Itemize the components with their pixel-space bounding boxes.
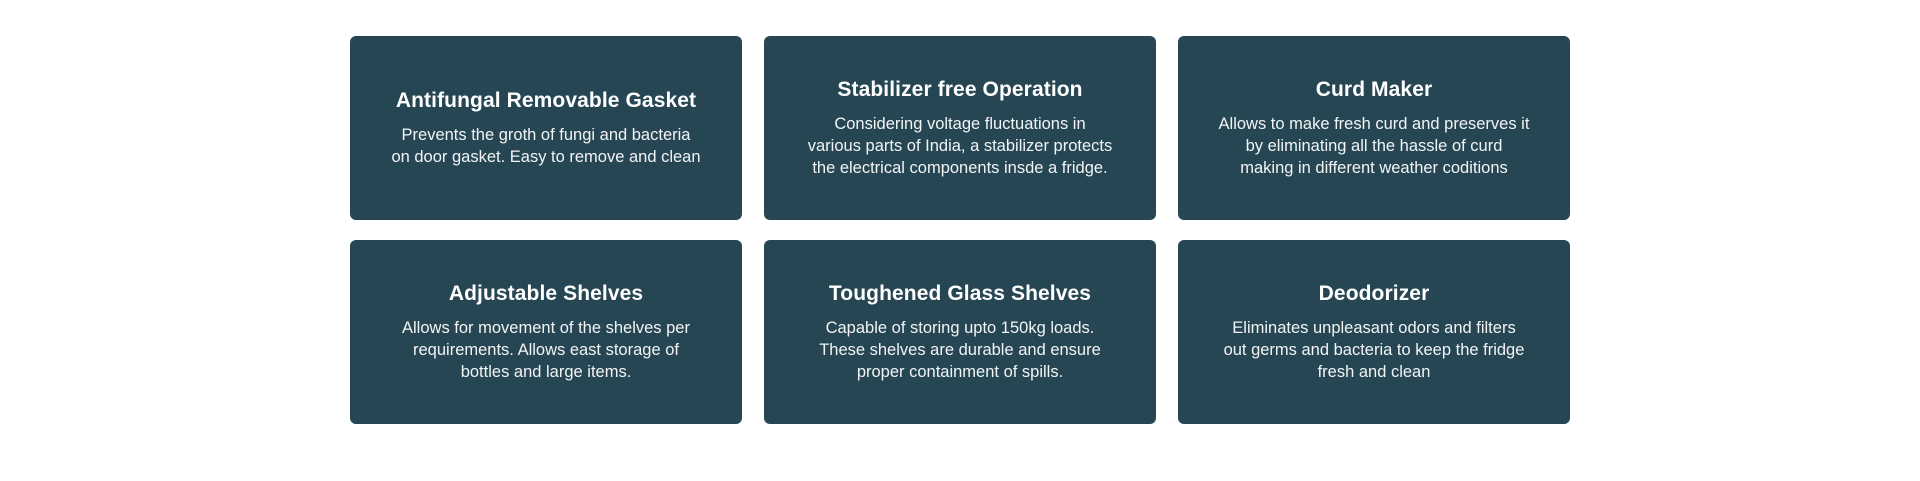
feature-card-toughened-glass: Toughened Glass Shelves Capable of stori… xyxy=(764,240,1156,424)
feature-title: Antifungal Removable Gasket xyxy=(395,89,697,112)
feature-title: Deodorizer xyxy=(1318,282,1430,305)
feature-title: Adjustable Shelves xyxy=(448,282,644,305)
feature-card-stabilizer-free: Stabilizer free Operation Considering vo… xyxy=(764,36,1156,220)
feature-title: Curd Maker xyxy=(1315,78,1433,101)
feature-card-antifungal-gasket: Antifungal Removable Gasket Prevents the… xyxy=(350,36,742,220)
feature-description: Considering voltage fluctuations in vari… xyxy=(807,115,1113,177)
feature-description: Eliminates unpleasant odors and filters … xyxy=(1223,319,1525,381)
feature-title: Toughened Glass Shelves xyxy=(828,282,1092,305)
feature-description: Prevents the groth of fungi and bacteria… xyxy=(391,126,701,166)
feature-card-deodorizer: Deodorizer Eliminates unpleasant odors a… xyxy=(1178,240,1570,424)
feature-description: Capable of storing upto 150kg loads. The… xyxy=(819,319,1101,381)
feature-description: Allows for movement of the shelves per r… xyxy=(402,319,690,381)
feature-card-curd-maker: Curd Maker Allows to make fresh curd and… xyxy=(1178,36,1570,220)
feature-grid: Antifungal Removable Gasket Prevents the… xyxy=(350,36,1570,424)
feature-card-adjustable-shelves: Adjustable Shelves Allows for movement o… xyxy=(350,240,742,424)
feature-description: Allows to make fresh curd and preserves … xyxy=(1218,115,1530,177)
feature-title: Stabilizer free Operation xyxy=(837,78,1083,101)
